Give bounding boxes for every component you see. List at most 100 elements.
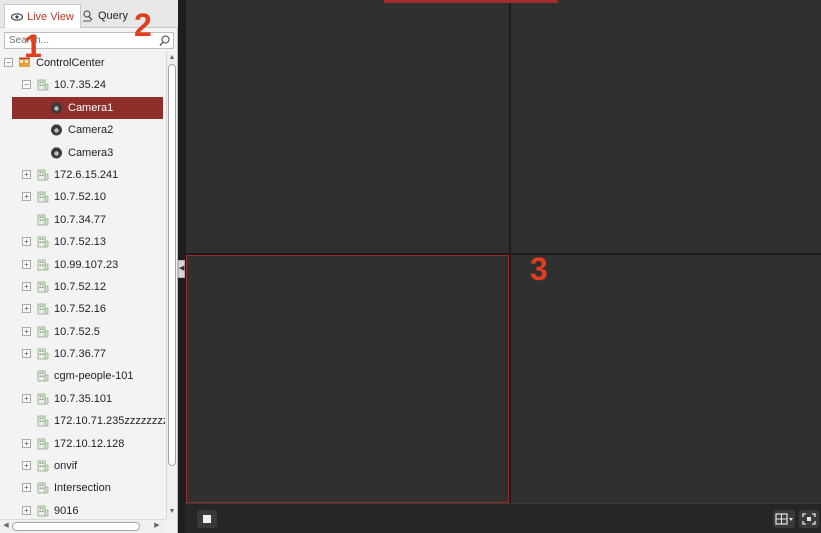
tab-live-view[interactable]: Live View	[4, 4, 81, 28]
building-icon	[37, 371, 49, 382]
tree-item-label: Camera3	[68, 146, 114, 159]
tree-item-label: 10.7.36.77	[54, 348, 106, 361]
tree-item-172-10-71-235zzzzzzzz[interactable]: 172.10.71.235zzzzzzzz	[0, 410, 165, 432]
building-icon	[37, 281, 49, 293]
tree-item-camera3[interactable]: Camera3	[0, 142, 165, 164]
scroll-up-arrow-icon[interactable]: ▲	[167, 53, 177, 63]
annotation-number-2: 2	[134, 7, 152, 43]
video-pane-2[interactable]	[511, 0, 821, 253]
tree-item-onvif[interactable]: + onvif	[0, 455, 165, 477]
tree-item-label: 10.7.35.101	[54, 392, 113, 405]
tree-item-label: 10.7.52.12	[54, 280, 106, 293]
expand-icon[interactable]: +	[22, 192, 31, 202]
tree-item-label: cgm-people-101	[54, 370, 134, 383]
resource-sidebar: Live View Query − ControlCenter − 10.7.35.2…	[0, 0, 178, 533]
building-icon	[37, 460, 49, 472]
tree-item-10-99-107-23[interactable]: +10.99.107.23	[0, 254, 165, 276]
tree-horizontal-scrollbar[interactable]: ◀ ▶	[0, 519, 166, 533]
tree-item-label: 9016	[54, 504, 79, 517]
expand-icon[interactable]: +	[22, 505, 31, 515]
tree-item-camera2[interactable]: Camera2	[0, 119, 165, 141]
collapse-icon[interactable]: −	[4, 58, 13, 67]
tree-item-10-7-52-12[interactable]: +10.7.52.12	[0, 276, 165, 298]
building-icon	[37, 236, 49, 248]
expand-icon[interactable]: +	[22, 237, 31, 247]
tree-item-10-7-35-24[interactable]: − 10.7.35.24	[0, 74, 165, 96]
person-search-icon	[83, 10, 93, 22]
tree-item-cgm-people-101[interactable]: cgm-people-101	[0, 365, 165, 387]
expand-icon[interactable]: +	[22, 304, 31, 314]
video-pane-1[interactable]	[186, 0, 509, 253]
annotation-number-1: 1	[24, 28, 42, 64]
vertical-scroll-thumb[interactable]	[168, 64, 176, 466]
stop-all-button[interactable]	[197, 510, 217, 528]
tree-item-label: 10.7.52.5	[54, 325, 100, 338]
tree-item-10-7-34-77[interactable]: 10.7.34.77	[0, 209, 165, 231]
expand-icon[interactable]: +	[22, 349, 31, 359]
tree-item-172-6-15-241[interactable]: +172.6.15.241	[0, 164, 165, 186]
scroll-down-arrow-icon[interactable]: ▼	[167, 507, 177, 517]
building-icon	[37, 393, 49, 405]
tab-query-label: Query	[98, 10, 128, 22]
scroll-right-arrow-icon[interactable]: ▶	[152, 521, 162, 531]
collapse-sidebar-button[interactable]: ◀	[178, 260, 185, 278]
building-icon	[37, 303, 49, 315]
camera-icon	[51, 147, 62, 159]
building-icon	[37, 259, 49, 270]
expand-icon[interactable]: +	[22, 169, 31, 179]
tree-item-intersection[interactable]: + Intersection	[0, 477, 165, 499]
tree-item-label: onvif	[54, 460, 78, 473]
tree-item-10-7-52-10[interactable]: +10.7.52.10	[0, 186, 165, 208]
eye-icon	[11, 13, 23, 21]
tree-item-label: 172.10.71.235zzzzzzzz	[54, 415, 165, 428]
window-layout-button[interactable]	[773, 510, 795, 528]
tab-live-view-label: Live View	[27, 11, 74, 23]
video-grid	[185, 0, 821, 503]
tree-item-172-10-12-128[interactable]: +172.10.12.128	[0, 433, 165, 455]
expand-icon[interactable]: +	[22, 483, 31, 493]
video-pane-3-active[interactable]	[186, 255, 509, 503]
expand-icon[interactable]: +	[22, 281, 31, 291]
grid-layout-icon	[775, 513, 793, 525]
fullscreen-button[interactable]	[799, 510, 819, 528]
expand-icon[interactable]: +	[22, 438, 31, 448]
tree-item-10-7-52-16[interactable]: +10.7.52.16	[0, 298, 165, 320]
tree-item-label: 10.7.52.10	[54, 191, 106, 204]
expand-icon[interactable]: +	[22, 326, 31, 336]
tree-item-10-7-52-13[interactable]: +10.7.52.13	[0, 231, 165, 253]
tab-query[interactable]: Query	[76, 4, 134, 28]
tree-vertical-scrollbar[interactable]: ▲ ▼	[166, 52, 177, 519]
live-view-toolbar	[185, 503, 821, 533]
building-icon	[37, 483, 49, 494]
horizontal-scroll-thumb[interactable]	[12, 522, 140, 531]
tree-item-10-7-35-101[interactable]: +10.7.35.101	[0, 388, 165, 410]
search-icon[interactable]	[158, 34, 171, 47]
app-window: Live View Query − ControlCenter − 10.7.35.2…	[0, 0, 821, 533]
camera-icon	[51, 124, 62, 136]
expand-icon[interactable]: +	[22, 259, 31, 269]
tree-item-label: 10.7.52.13	[54, 236, 106, 249]
building-icon	[37, 438, 49, 450]
building-icon	[37, 191, 49, 203]
tree-item-10-7-36-77[interactable]: +10.7.36.77	[0, 343, 165, 365]
collapse-icon[interactable]: −	[22, 80, 31, 90]
building-icon	[37, 348, 49, 360]
expand-icon[interactable]: +	[22, 461, 31, 471]
device-tree: − ControlCenter − 10.7.35.24 Camera1 Camera2 C…	[0, 52, 165, 519]
tree-item-label: 172.10.12.128	[54, 437, 125, 450]
video-pane-4[interactable]	[511, 255, 821, 503]
fullscreen-icon	[802, 513, 816, 525]
tree-item-camera1[interactable]: Camera1	[12, 96, 163, 120]
camera-icon	[51, 102, 62, 114]
building-icon	[37, 169, 49, 181]
tree-item-9016[interactable]: +9016	[0, 500, 165, 519]
top-indicator-bar	[384, 0, 558, 3]
expand-icon[interactable]: +	[22, 393, 31, 403]
scroll-left-arrow-icon[interactable]: ◀	[1, 521, 11, 531]
tree-item-label: Camera2	[68, 124, 114, 137]
tree-item-10-7-52-5[interactable]: +10.7.52.5	[0, 321, 165, 343]
building-icon	[37, 79, 49, 91]
building-icon	[37, 415, 49, 427]
tree-item-label: 172.6.15.241	[54, 168, 119, 181]
stop-icon	[203, 515, 211, 523]
